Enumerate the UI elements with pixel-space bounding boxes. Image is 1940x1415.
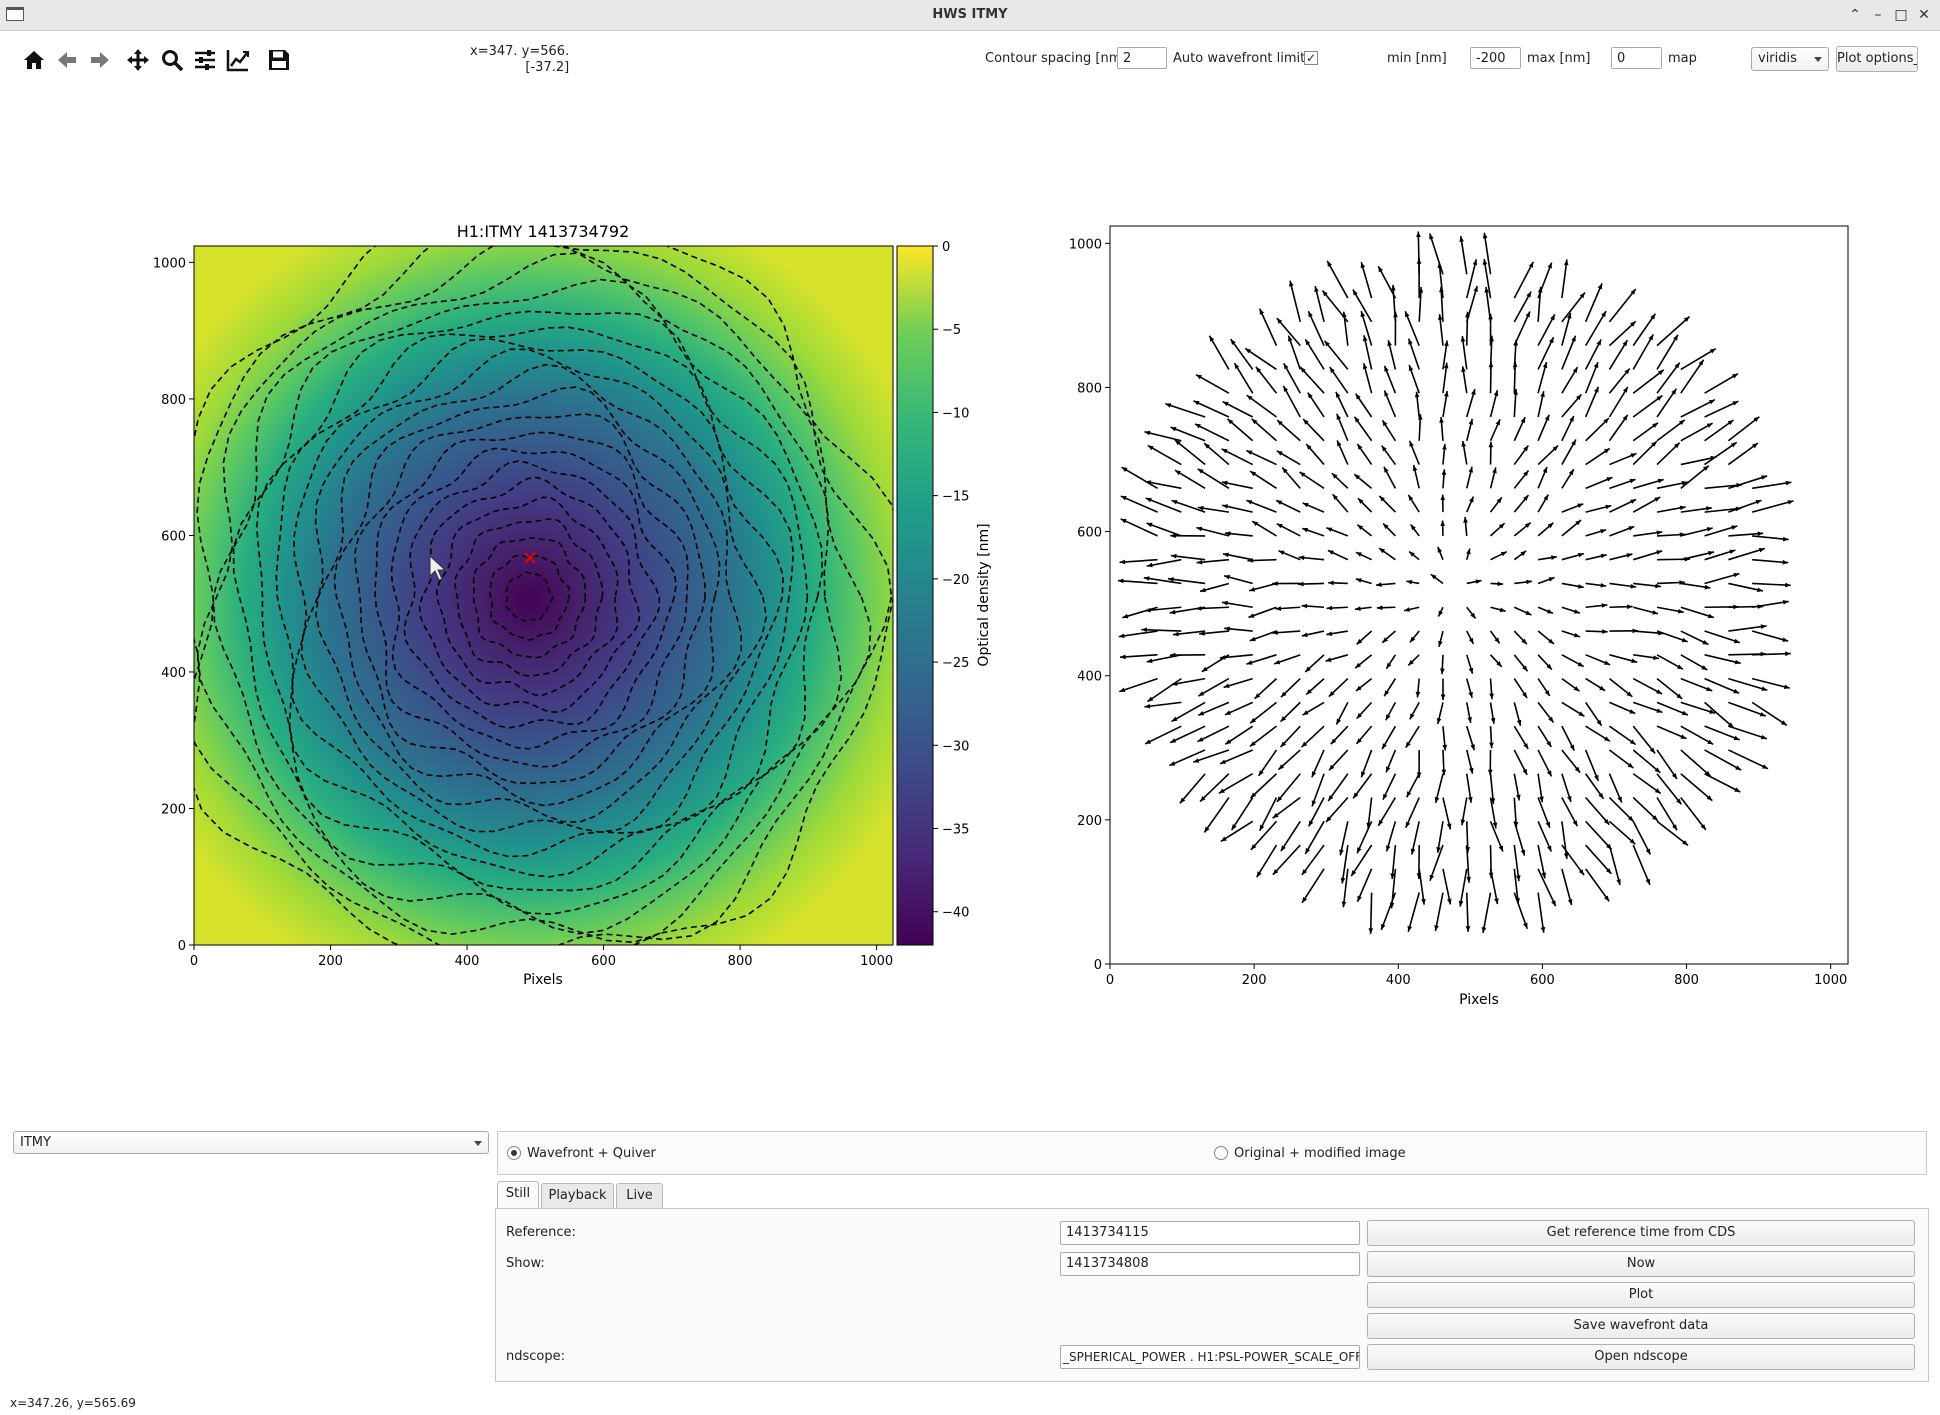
quiver-x-tick-label: 1000 — [1814, 973, 1847, 988]
get-reference-button[interactable]: Get reference time from CDS — [1367, 1220, 1915, 1246]
quiver-y-tick-label: 800 — [1077, 381, 1102, 396]
plot-button[interactable]: Plot — [1367, 1282, 1915, 1308]
show-label: Show: — [506, 1256, 545, 1271]
mode-radio-wavefront[interactable] — [507, 1146, 521, 1160]
mode-label-original: Original + modified image — [1234, 1146, 1406, 1161]
mode-radio-original[interactable] — [1214, 1146, 1228, 1160]
reference-label: Reference: — [506, 1225, 576, 1240]
quiver-y-tick-label: 200 — [1077, 814, 1102, 829]
chevron-down-icon — [474, 1141, 482, 1146]
quiver-x-tick-label: 400 — [1386, 973, 1411, 988]
quiver-x-tick-label: 600 — [1530, 973, 1555, 988]
now-button[interactable]: Now — [1367, 1251, 1915, 1277]
save-wavefront-button[interactable]: Save wavefront data — [1367, 1313, 1915, 1339]
quiver-x-tick-label: 800 — [1674, 973, 1699, 988]
quiver-plot: 0 200 400 600 800 1000 0 200 400 600 800 1000 Pixe… — [1069, 225, 1849, 1008]
quiver-y-tick-label: 600 — [1077, 526, 1102, 541]
quiver-x-tick-label: 0 — [1106, 973, 1114, 988]
tab-still[interactable]: Still — [497, 1181, 539, 1209]
mode-group — [497, 1131, 1927, 1175]
quiver-y-axis: 0 200 400 600 800 1000 — [1069, 237, 1110, 973]
tab-playback[interactable]: Playback — [541, 1183, 614, 1209]
quiver-x-tick-label: 200 — [1242, 973, 1267, 988]
quiver-y-tick-label: 0 — [1094, 958, 1102, 973]
quiver-axes — [1109, 225, 1849, 965]
tab-live[interactable]: Live — [616, 1183, 663, 1209]
quiver-x-axis: 0 200 400 600 800 1000 — [1106, 964, 1847, 988]
optic-select[interactable]: ITMY — [13, 1131, 489, 1154]
show-input[interactable]: 1413734808 — [1060, 1252, 1360, 1276]
quiver-y-tick-label: 400 — [1077, 670, 1102, 685]
status-bar: x=347.26, y=565.69 — [10, 1396, 136, 1410]
mode-label-wavefront: Wavefront + Quiver — [527, 1146, 656, 1161]
quiver-xlabel: Pixels — [1459, 992, 1499, 1008]
ndscope-input[interactable]: _SPHERICAL_POWER . H1:PSL-POWER_SCALE_OF… — [1060, 1345, 1360, 1369]
ndscope-label: ndscope: — [506, 1349, 565, 1364]
optic-select-value: ITMY — [20, 1135, 51, 1150]
quiver-y-tick-label: 1000 — [1069, 237, 1102, 252]
open-ndscope-button[interactable]: Open ndscope — [1367, 1344, 1915, 1370]
reference-input[interactable]: 1413734115 — [1060, 1221, 1360, 1245]
